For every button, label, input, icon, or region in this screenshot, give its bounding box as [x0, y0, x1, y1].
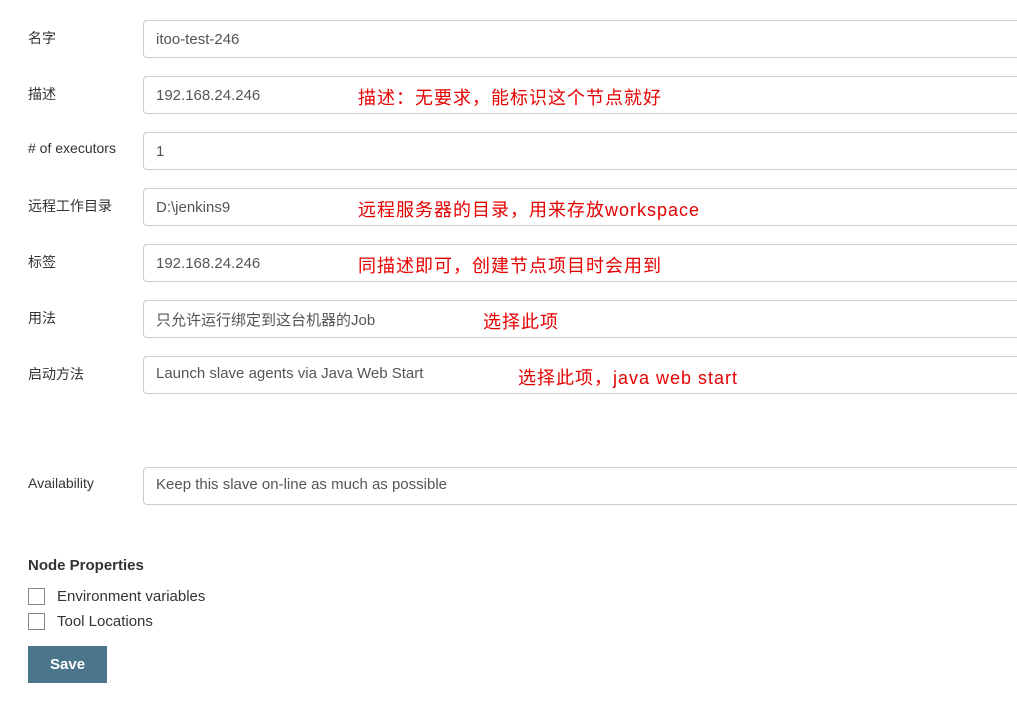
env-vars-checkbox[interactable] — [28, 588, 45, 605]
availability-row: Availability Keep this slave on-line as … — [28, 467, 1017, 505]
remote-dir-input[interactable] — [143, 188, 1017, 226]
remote-dir-label: 远程工作目录 — [28, 188, 143, 216]
description-row: 描述 描述：无要求，能标识这个节点就好 — [28, 76, 1017, 114]
labels-label: 标签 — [28, 244, 143, 272]
tool-locations-checkbox[interactable] — [28, 613, 45, 630]
usage-row: 用法 只允许运行绑定到这台机器的Job 选择此项 — [28, 300, 1017, 338]
availability-select[interactable]: Keep this slave on-line as much as possi… — [143, 467, 1017, 505]
node-properties-header: Node Properties — [28, 557, 1017, 574]
tool-locations-row[interactable]: Tool Locations — [28, 613, 1017, 630]
labels-input[interactable] — [143, 244, 1017, 282]
launch-method-label: 启动方法 — [28, 356, 143, 384]
executors-input[interactable] — [143, 132, 1017, 170]
executors-row: # of executors — [28, 132, 1017, 170]
usage-label: 用法 — [28, 300, 143, 328]
remote-dir-row: 远程工作目录 远程服务器的目录，用来存放workspace — [28, 188, 1017, 226]
launch-method-select[interactable]: Launch slave agents via Java Web Start — [143, 356, 1017, 394]
save-button[interactable]: Save — [28, 646, 107, 683]
executors-label: # of executors — [28, 132, 143, 156]
name-label: 名字 — [28, 20, 143, 48]
env-vars-label: Environment variables — [57, 588, 205, 605]
name-row: 名字 — [28, 20, 1017, 58]
tool-locations-label: Tool Locations — [57, 613, 153, 630]
description-label: 描述 — [28, 76, 143, 104]
launch-method-row: 启动方法 Launch slave agents via Java Web St… — [28, 356, 1017, 394]
name-input[interactable] — [143, 20, 1017, 58]
usage-select[interactable]: 只允许运行绑定到这台机器的Job — [143, 300, 1017, 338]
availability-label: Availability — [28, 467, 143, 491]
labels-row: 标签 同描述即可，创建节点项目时会用到 — [28, 244, 1017, 282]
env-vars-row[interactable]: Environment variables — [28, 588, 1017, 605]
description-input[interactable] — [143, 76, 1017, 114]
